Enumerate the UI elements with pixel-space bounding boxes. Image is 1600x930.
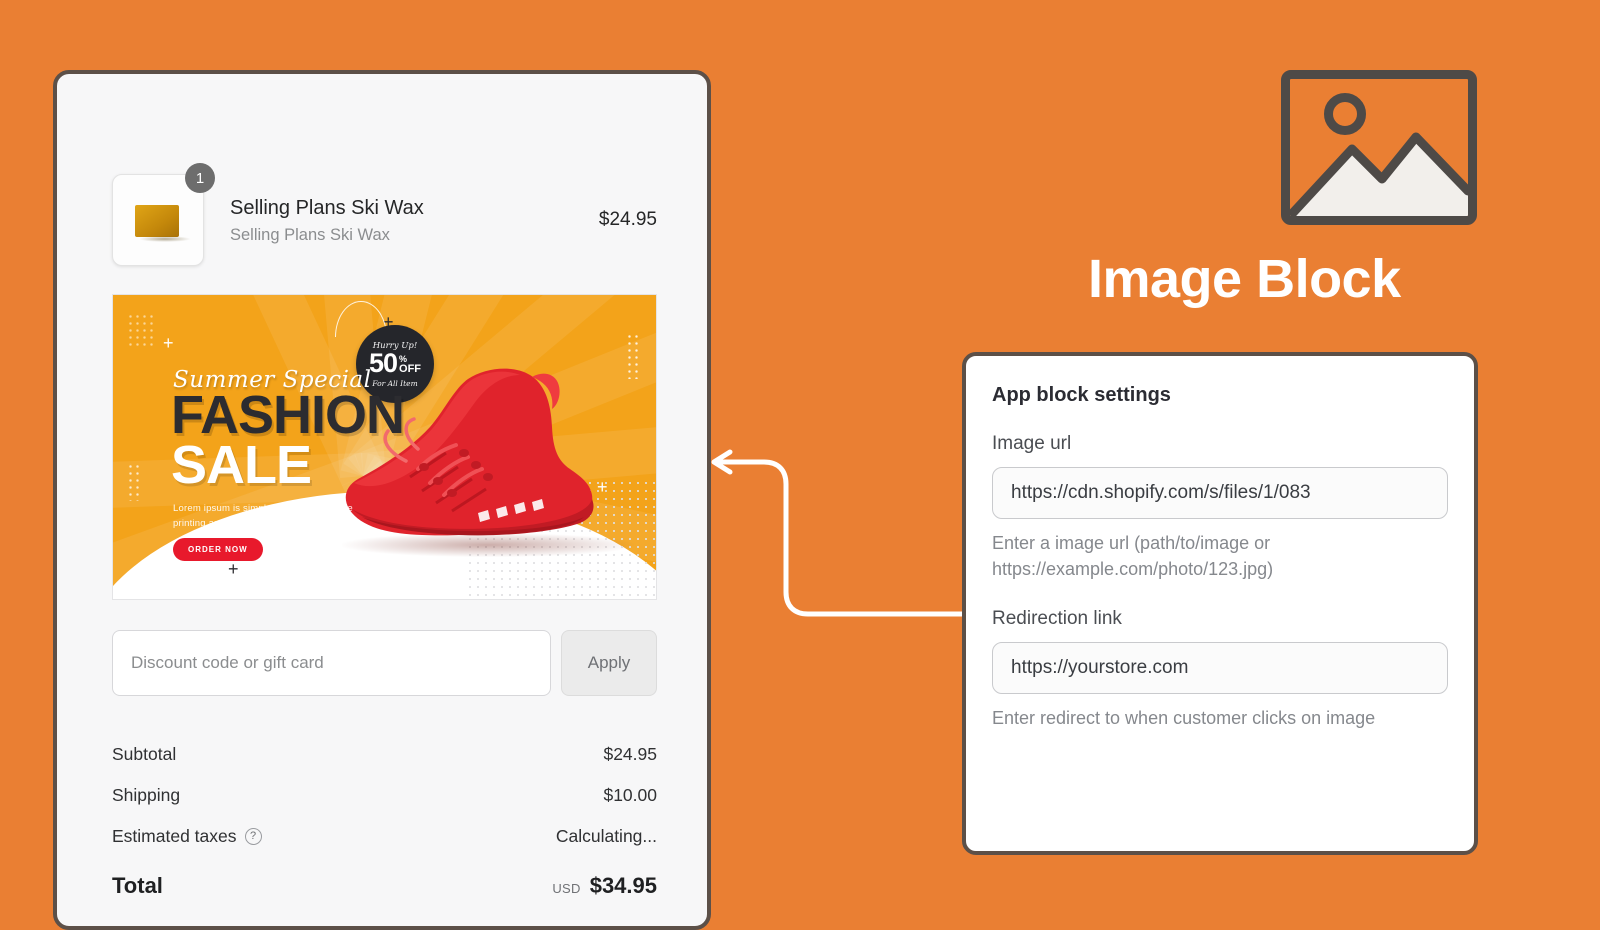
total-label: Total: [112, 873, 163, 898]
tag-main: 50 % OFF: [368, 347, 422, 378]
summary-label-group: Estimated taxes ?: [112, 826, 262, 847]
tag-value: 50: [368, 347, 398, 378]
mountain-icon: [1290, 132, 1468, 216]
image-url-help: Enter a image url (path/to/image or http…: [992, 533, 1274, 579]
summary-row-subtotal: Subtotal $24.95: [112, 734, 657, 775]
product-text: Selling Plans Ski Wax Selling Plans Ski …: [230, 195, 599, 245]
product-title: Selling Plans Ski Wax: [230, 197, 424, 219]
apply-discount-button[interactable]: Apply: [561, 630, 657, 696]
plus-decoration: +: [228, 559, 239, 579]
total-currency: USD: [552, 881, 581, 896]
banner-headline-2: SALE: [171, 435, 312, 495]
quantity-badge: 1: [185, 163, 215, 193]
discount-row: Apply: [112, 630, 657, 696]
order-now-button[interactable]: ORDER NOW: [173, 538, 263, 561]
settings-panel-title: App block settings: [992, 384, 1171, 406]
order-summary: Subtotal $24.95 Shipping $10.00 Estimate…: [112, 734, 657, 909]
redirection-link-help: Enter redirect to when customer clicks o…: [992, 708, 1376, 729]
dot-grid: [127, 463, 139, 501]
image-placeholder-icon: [1281, 70, 1477, 225]
discount-input[interactable]: [112, 630, 551, 696]
summary-row-total: Total USD $34.95: [112, 857, 657, 909]
image-block-banner[interactable]: + + + + Hurry Up! 50 % OFF For All Item …: [112, 294, 657, 600]
connector-arrow: [711, 449, 965, 617]
summary-row-shipping: Shipping $10.00: [112, 775, 657, 816]
summary-value: $10.00: [603, 785, 657, 805]
redirection-link-label: Redirection link: [992, 608, 1122, 630]
app-block-settings-panel: App block settings Image url Enter a ima…: [962, 352, 1478, 855]
dot-grid: [127, 313, 153, 347]
product-price: $24.95: [598, 209, 657, 230]
summary-label: Estimated taxes: [112, 826, 237, 846]
help-icon[interactable]: ?: [244, 828, 262, 845]
summary-value: $24.95: [603, 744, 657, 764]
tag-off-text: OFF: [399, 362, 422, 375]
summary-row-taxes: Estimated taxes ? Calculating...: [112, 816, 657, 857]
banner-body-text: Lorem ipsum is simply dummy text of the …: [173, 503, 353, 530]
ski-wax-image: [135, 205, 179, 237]
plus-decoration: +: [163, 333, 174, 353]
summary-label: Shipping: [112, 785, 181, 805]
tag-hurry-text: Hurry Up!: [372, 340, 418, 351]
image-url-label: Image url: [992, 433, 1072, 454]
summary-label: Subtotal: [112, 744, 177, 764]
cart-card: 1 Selling Plans Ski Wax Selling Plans Sk…: [53, 70, 711, 930]
sneaker-shadow: [342, 533, 634, 557]
total-value-group: USD $34.95: [552, 873, 657, 899]
summary-value: Calculating...: [555, 826, 657, 846]
cart-line-item: 1 Selling Plans Ski Wax Selling Plans Sk…: [112, 163, 657, 266]
redirection-link-input[interactable]: [992, 642, 1448, 695]
image-url-input[interactable]: [992, 467, 1448, 519]
total-amount: $34.95: [589, 873, 657, 898]
tag-pct-group: % OFF: [399, 354, 422, 375]
image-block-title: Image Block: [1088, 249, 1401, 309]
product-thumbnail-wrap: 1: [112, 163, 215, 266]
product-variant: Selling Plans Ski Wax: [230, 226, 390, 244]
ski-wax-shadow: [139, 236, 191, 242]
